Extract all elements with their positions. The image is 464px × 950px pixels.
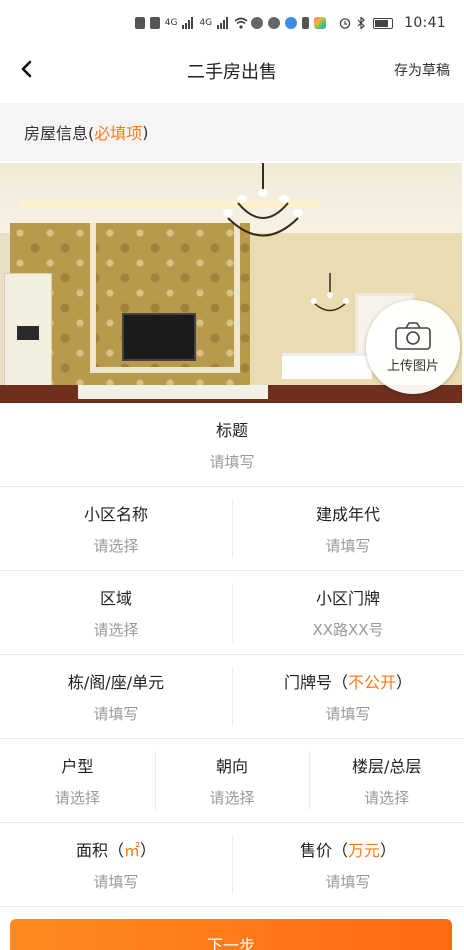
bluetooth-icon bbox=[356, 16, 368, 30]
footer: 下一步 bbox=[0, 908, 464, 950]
camera-icon bbox=[395, 321, 431, 350]
door-number-placeholder: 请填写 bbox=[325, 705, 371, 723]
community-name-field[interactable]: 小区名称 请选择 bbox=[0, 487, 232, 570]
orientation-label: 朝向 bbox=[216, 757, 249, 776]
size-field[interactable]: 面积（㎡） 请填写 bbox=[0, 823, 232, 906]
build-year-placeholder: 请填写 bbox=[325, 537, 371, 555]
photo-tv bbox=[122, 313, 196, 361]
wifi-icon bbox=[234, 17, 248, 29]
form-row-community: 小区名称 请选择 建成年代 请填写 bbox=[0, 487, 464, 571]
price-label: 售价（万元） bbox=[300, 837, 396, 861]
door-number-field[interactable]: 门牌号（不公开） 请填写 bbox=[232, 655, 464, 738]
next-step-button[interactable]: 下一步 bbox=[10, 919, 452, 950]
photo-tv-cabinet bbox=[78, 385, 268, 399]
save-draft-button[interactable]: 存为草稿 bbox=[394, 60, 450, 80]
form-row-region: 区域 请选择 小区门牌 XX路XX号 bbox=[0, 571, 464, 655]
sim2-icon bbox=[149, 17, 160, 29]
price-label-end: ） bbox=[380, 841, 397, 860]
nav-bar: 二手房出售 存为草稿 bbox=[0, 46, 464, 96]
photo-ac-unit bbox=[4, 273, 52, 401]
section-title-suffix: ) bbox=[142, 122, 149, 142]
community-plate-placeholder: XX路XX号 bbox=[312, 621, 384, 639]
chandelier-icon bbox=[223, 163, 303, 237]
sim-icon bbox=[134, 17, 145, 29]
orientation-placeholder: 请选择 bbox=[209, 789, 255, 807]
size-label-text: 面积（ bbox=[75, 841, 124, 860]
door-number-label-text: 门牌号（ bbox=[283, 673, 348, 692]
browser-icon bbox=[285, 17, 298, 29]
signal-icon-2 bbox=[217, 17, 229, 29]
floor-label: 楼层/总层 bbox=[351, 757, 422, 776]
signal-icon bbox=[182, 17, 194, 29]
required-tag: 必填项 bbox=[94, 124, 143, 143]
door-number-label-end: ） bbox=[396, 673, 413, 692]
building-unit-label: 栋/阁/座/单元 bbox=[67, 673, 165, 692]
section-title-prefix: 房屋信息( bbox=[24, 124, 95, 143]
app-icon bbox=[314, 17, 327, 29]
battery-icon bbox=[373, 17, 394, 29]
title-placeholder: 请填写 bbox=[209, 453, 255, 471]
notification-icon bbox=[302, 17, 310, 29]
door-number-private-note: 不公开 bbox=[347, 673, 396, 692]
alarm-icon bbox=[339, 17, 351, 29]
door-number-label: 门牌号（不公开） bbox=[284, 669, 412, 693]
build-year-field[interactable]: 建成年代 请填写 bbox=[232, 487, 464, 570]
community-plate-field[interactable]: 小区门牌 XX路XX号 bbox=[232, 571, 464, 654]
clock: 10:41 bbox=[404, 15, 446, 31]
layout-label: 户型 bbox=[61, 757, 94, 776]
upload-photo-label: 上传图片 bbox=[386, 358, 439, 374]
building-unit-placeholder: 请填写 bbox=[93, 705, 139, 723]
section-header: 房屋信息(必填项) bbox=[0, 103, 464, 161]
status-bar: 4G 4G 10:41 bbox=[0, 0, 464, 46]
region-label: 区域 bbox=[99, 589, 132, 608]
upload-photo-button[interactable]: 上传图片 bbox=[366, 300, 460, 394]
title-label: 标题 bbox=[215, 421, 248, 440]
price-placeholder: 请填写 bbox=[325, 873, 371, 891]
back-button[interactable] bbox=[14, 56, 40, 82]
layout-placeholder: 请选择 bbox=[54, 789, 100, 807]
price-label-text: 售价（ bbox=[299, 841, 348, 860]
network-type-2: 4G bbox=[199, 18, 213, 28]
form-row-size-price: 面积（㎡） 请填写 售价（万元） 请填写 bbox=[0, 823, 464, 907]
network-type-1: 4G bbox=[164, 18, 178, 28]
wechat-icon bbox=[268, 17, 281, 29]
size-label: 面积（㎡） bbox=[76, 837, 156, 861]
layout-field[interactable]: 户型 请选择 bbox=[0, 739, 155, 822]
orientation-field[interactable]: 朝向 请选择 bbox=[154, 739, 310, 822]
size-placeholder: 请填写 bbox=[93, 873, 139, 891]
price-field[interactable]: 售价（万元） 请填写 bbox=[232, 823, 464, 906]
chevron-left-icon bbox=[21, 60, 32, 78]
status-icons: 4G 4G 10:41 bbox=[134, 15, 446, 31]
community-plate-label: 小区门牌 bbox=[315, 589, 380, 608]
page-title: 二手房出售 bbox=[187, 62, 277, 83]
form-row-layout: 户型 请选择 朝向 请选择 楼层/总层 请选择 bbox=[0, 739, 464, 823]
chandelier-small-icon bbox=[311, 273, 349, 312]
region-field[interactable]: 区域 请选择 bbox=[0, 571, 232, 654]
size-unit: ㎡ bbox=[123, 841, 140, 860]
photo-dining-table bbox=[282, 353, 372, 379]
size-label-end: ） bbox=[140, 841, 157, 860]
region-placeholder: 请选择 bbox=[93, 621, 139, 639]
building-unit-field[interactable]: 栋/阁/座/单元 请填写 bbox=[0, 655, 232, 738]
form-row-title: 标题 请填写 bbox=[0, 403, 464, 487]
floor-field[interactable]: 楼层/总层 请选择 bbox=[309, 739, 464, 822]
message-icon bbox=[251, 17, 264, 29]
form-row-building: 栋/阁/座/单元 请填写 门牌号（不公开） 请填写 bbox=[0, 655, 464, 739]
floor-placeholder: 请选择 bbox=[364, 789, 410, 807]
title-field[interactable]: 标题 请填写 bbox=[0, 403, 464, 486]
community-name-label: 小区名称 bbox=[83, 505, 148, 524]
community-name-placeholder: 请选择 bbox=[93, 537, 139, 555]
price-unit: 万元 bbox=[347, 841, 380, 860]
build-year-label: 建成年代 bbox=[315, 505, 380, 524]
